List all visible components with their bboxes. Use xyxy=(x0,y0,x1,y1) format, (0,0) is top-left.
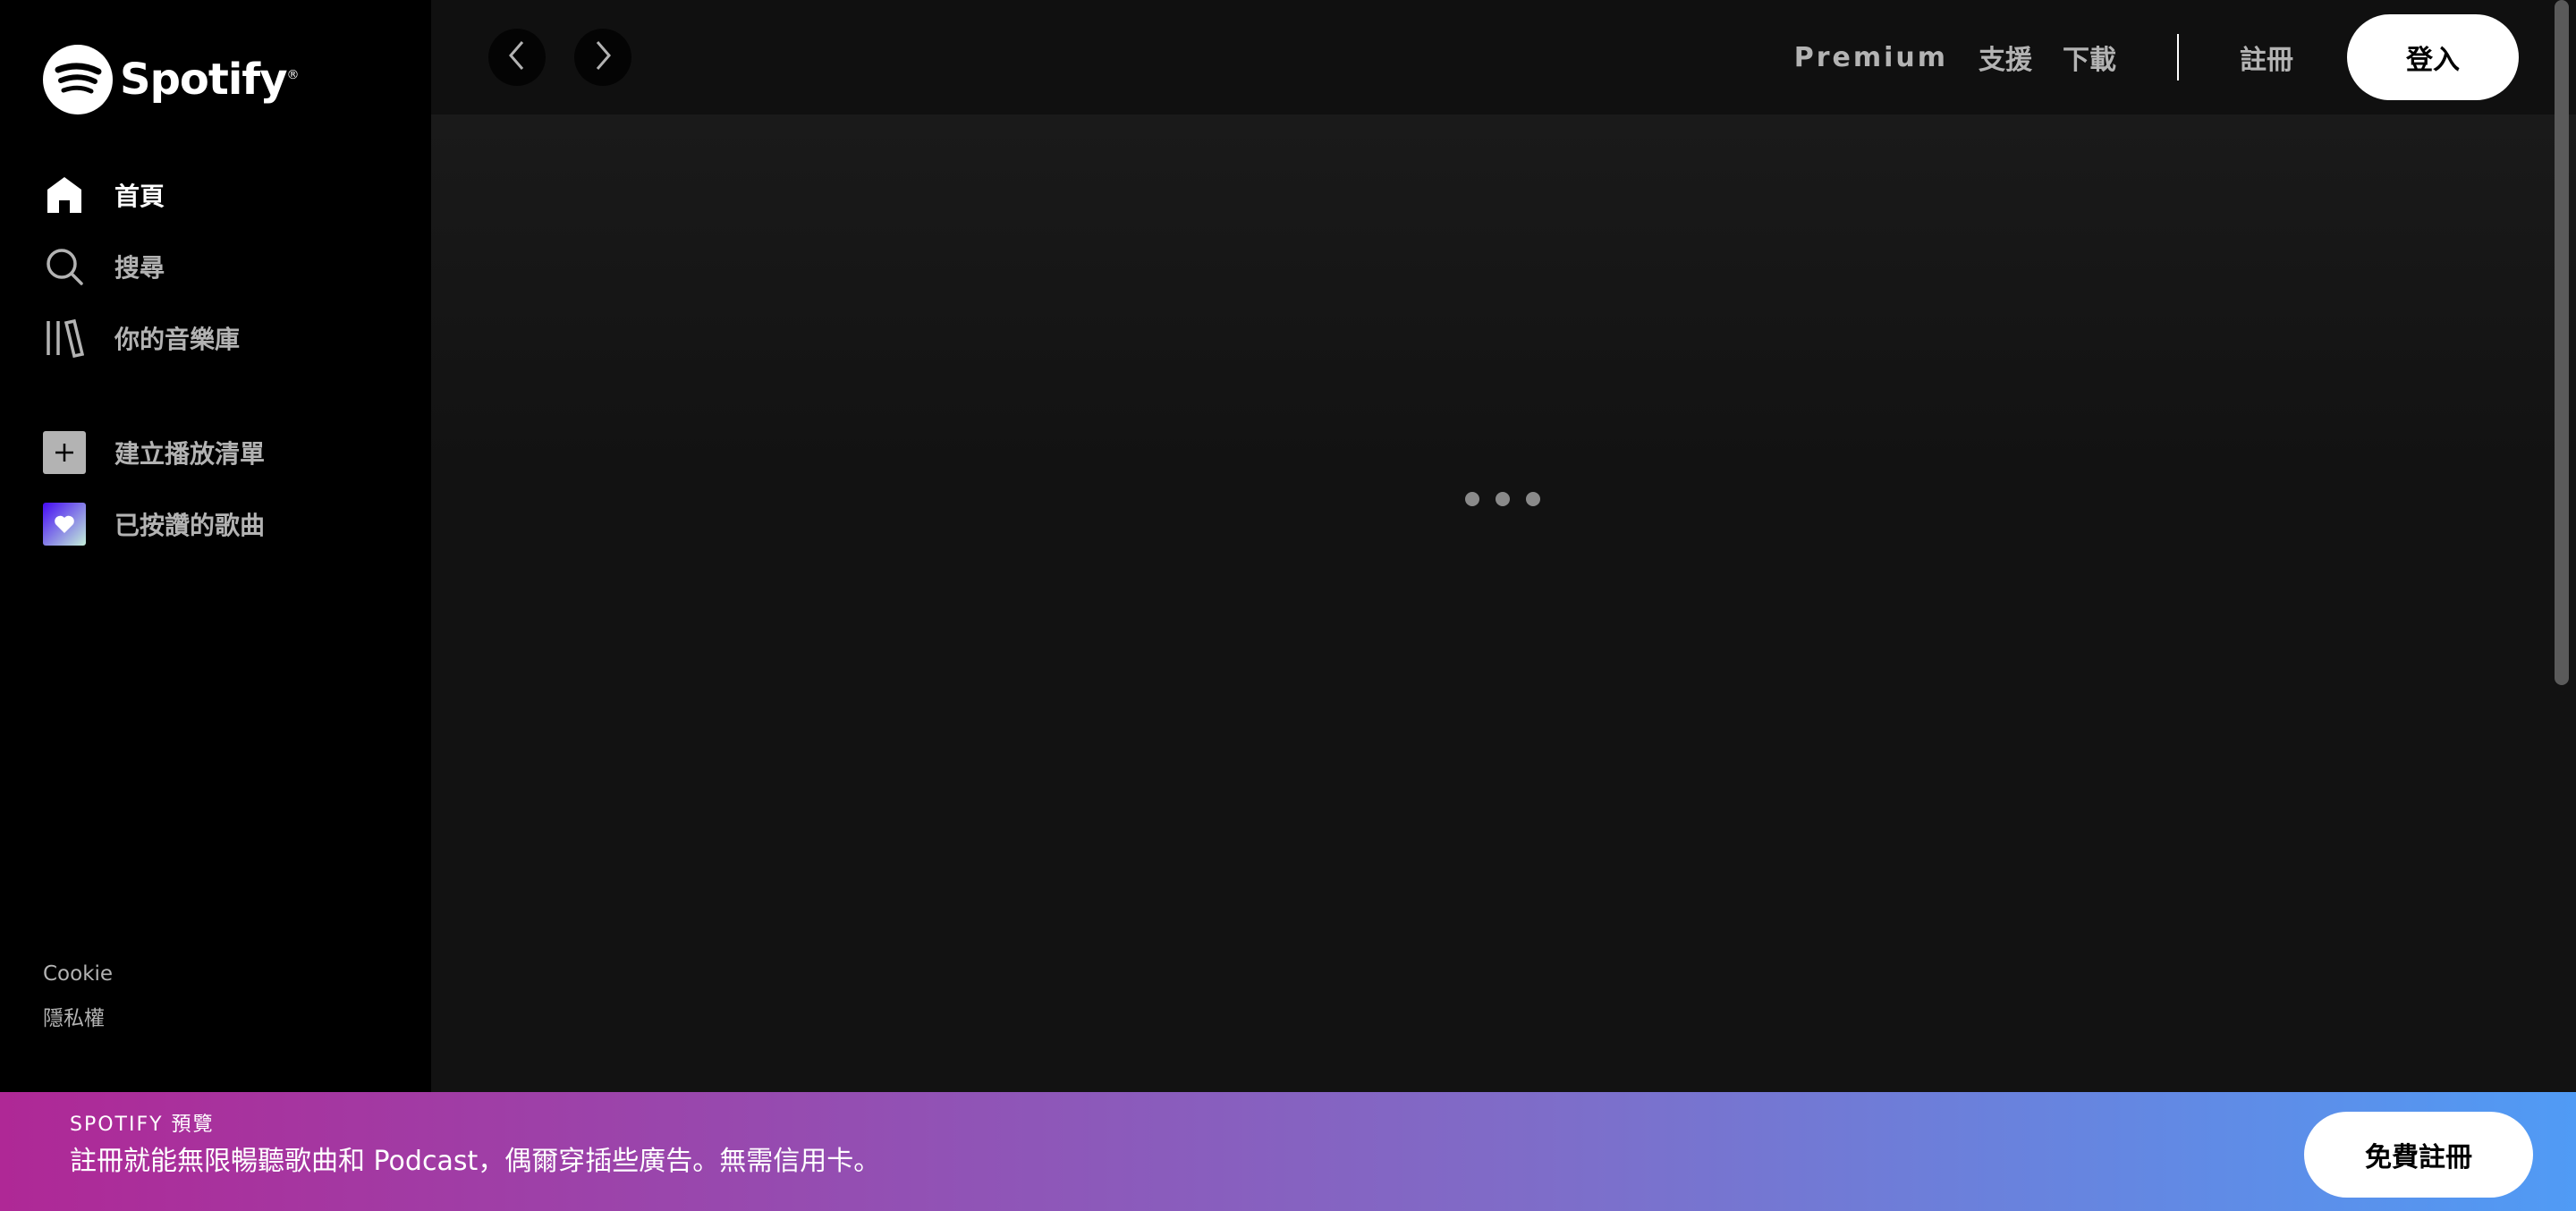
heart-icon xyxy=(43,503,86,546)
plus-icon xyxy=(43,431,86,474)
privacy-link[interactable]: 隱私權 xyxy=(43,996,113,1041)
loading-dot xyxy=(1496,492,1510,506)
nav-label-library: 你的音樂庫 xyxy=(114,325,241,354)
login-button[interactable]: 登入 xyxy=(2347,14,2519,100)
scrollbar[interactable] xyxy=(2555,0,2569,685)
chevron-right-icon xyxy=(592,39,614,75)
search-icon xyxy=(43,245,86,288)
cookie-link[interactable]: Cookie xyxy=(43,952,113,996)
chevron-left-icon xyxy=(506,39,528,75)
create-playlist-label: 建立播放清單 xyxy=(114,439,266,469)
banner-description: 註冊就能無限暢聽歌曲和 Podcast，偶爾穿插些廣告。無需信用卡。 xyxy=(70,1146,881,1177)
nav-item-search[interactable]: 搜尋 xyxy=(43,231,419,302)
loading-indicator xyxy=(1465,492,1556,506)
sidebar: Spotify® 首頁 搜尋 你的音樂庫 建立播放清單 已按讚的歌曲 Cooki… xyxy=(0,0,431,1092)
back-button[interactable] xyxy=(488,29,546,86)
spotify-wordmark: Spotify® xyxy=(120,55,299,105)
spotify-logo-icon xyxy=(43,45,113,114)
nav-label-search: 搜尋 xyxy=(114,253,165,283)
download-link[interactable]: 下載 xyxy=(2063,38,2116,77)
loading-dot xyxy=(1526,492,1540,506)
preview-banner: SPOTIFY 預覽 註冊就能無限暢聽歌曲和 Podcast，偶爾穿插些廣告。無… xyxy=(0,1092,2576,1211)
banner-text: SPOTIFY 預覽 註冊就能無限暢聽歌曲和 Podcast，偶爾穿插些廣告。無… xyxy=(70,1112,880,1185)
top-nav: Premium 支援 下載 註冊 登入 xyxy=(1794,14,2519,100)
top-bar: Premium 支援 下載 註冊 登入 xyxy=(431,0,2576,114)
nav-item-home[interactable]: 首頁 xyxy=(43,159,419,231)
nav-label-home: 首頁 xyxy=(114,182,165,211)
nav-divider xyxy=(2177,34,2179,80)
liked-songs-label: 已按讚的歌曲 xyxy=(114,511,266,540)
banner-title: SPOTIFY 預覽 xyxy=(70,1114,215,1136)
library-icon xyxy=(43,317,86,360)
support-link[interactable]: 支援 xyxy=(1979,38,2032,77)
nav-item-library[interactable]: 你的音樂庫 xyxy=(43,302,419,374)
main-nav: 首頁 搜尋 你的音樂庫 xyxy=(43,159,419,374)
spotify-logo[interactable]: Spotify® xyxy=(43,41,299,118)
create-playlist-button[interactable]: 建立播放清單 xyxy=(43,417,419,488)
liked-songs-button[interactable]: 已按讚的歌曲 xyxy=(43,488,419,560)
home-icon xyxy=(43,174,86,216)
loading-dot xyxy=(1465,492,1479,506)
premium-link[interactable]: Premium xyxy=(1794,42,1948,73)
free-signup-button[interactable]: 免費註冊 xyxy=(2304,1112,2533,1198)
content-area xyxy=(431,114,2576,1092)
playlist-actions: 建立播放清單 已按讚的歌曲 xyxy=(43,417,419,560)
forward-button[interactable] xyxy=(574,29,631,86)
sidebar-footer: Cookie 隱私權 xyxy=(43,952,113,1041)
main-view: Premium 支援 下載 註冊 登入 xyxy=(431,0,2576,1092)
signup-link[interactable]: 註冊 xyxy=(2240,38,2293,77)
